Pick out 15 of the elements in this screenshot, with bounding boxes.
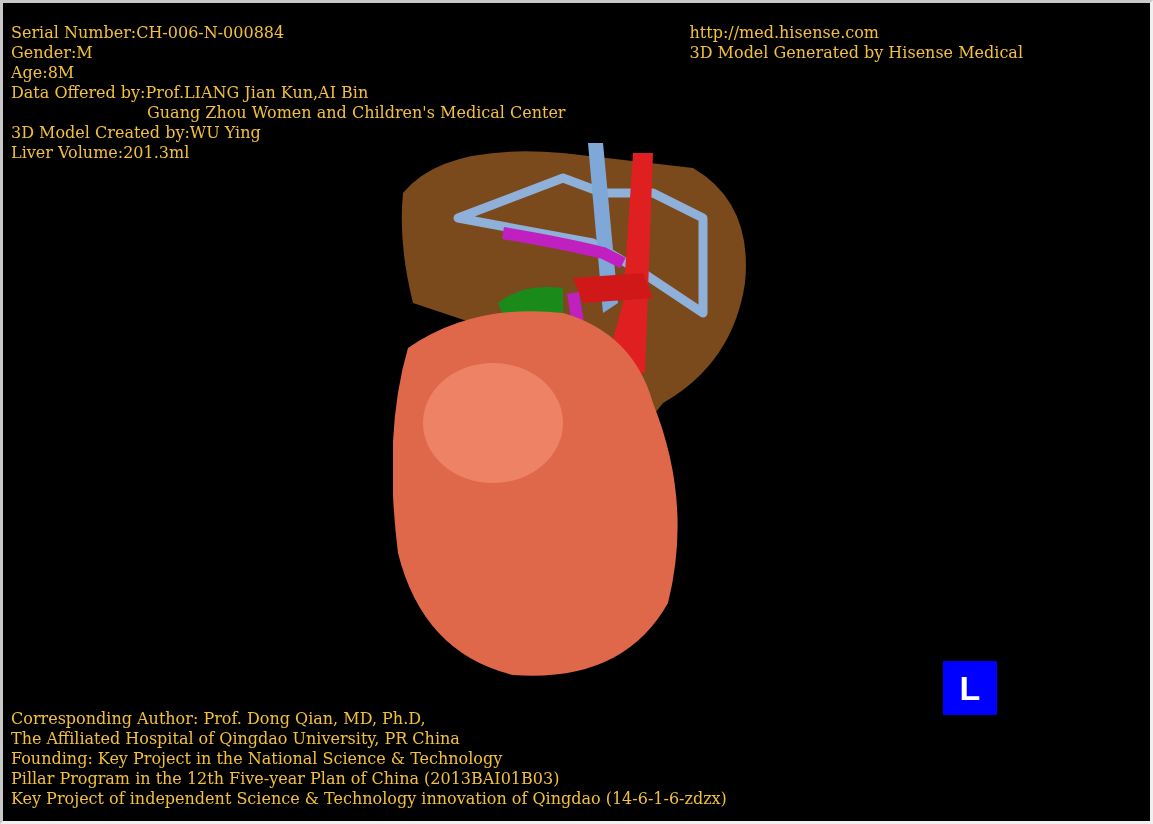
info-text: The Affiliated Hospital of Qingdao University, PR China — [11, 729, 460, 749]
info-text: Guang Zhou Women and Children's Medical Center — [147, 103, 566, 123]
info-text: Corresponding Author: Prof. Dong Qian, MD, Ph.D, — [11, 709, 426, 729]
info-text: 3D Model Generated by Hisense Medical — [689, 43, 1023, 63]
info-text: Data Offered by:Prof.LIANG Jian Kun,AI Bin — [11, 83, 369, 103]
info-text: Key Project of independent Science & Technology innovation of Qingdao (14-6-1-6-zdzx) — [11, 789, 727, 809]
info-text: 3D Model Created by:WU Ying — [11, 123, 261, 143]
info-text: Serial Number:CH-006-N-000884 — [11, 23, 285, 43]
info-text: Liver Volume:201.3ml — [11, 143, 190, 163]
info-text: Founding: Key Project in the National Science & Technology — [11, 749, 503, 769]
info-text: Gender:M — [11, 43, 93, 63]
info-text: Pillar Program in the 12th Five-year Plan of China (2013BAI01B03) — [11, 769, 560, 789]
info-text: http://med.hisense.com — [689, 23, 879, 43]
info-text: Age:8M — [11, 63, 75, 83]
orientation-marker: L — [943, 661, 997, 715]
